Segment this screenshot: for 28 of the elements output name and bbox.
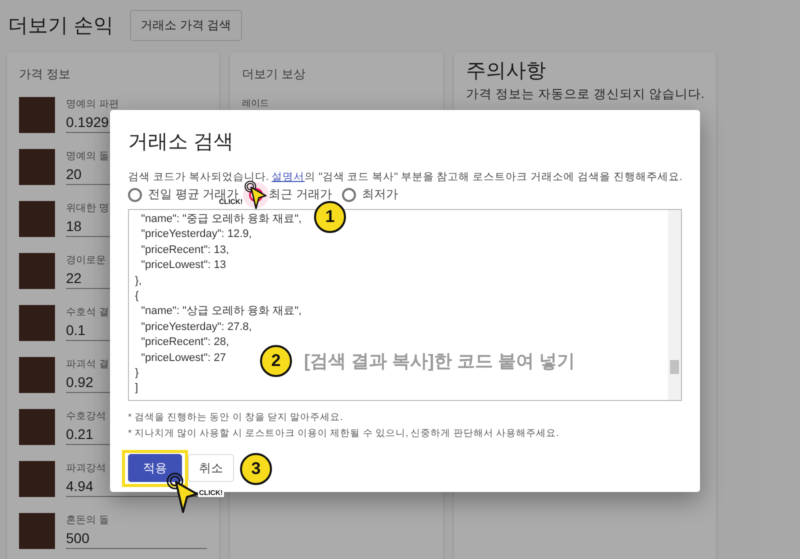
- price-search-button[interactable]: 거래소 가격 검색: [130, 10, 242, 40]
- item-image: [19, 305, 55, 341]
- item-image: [19, 461, 55, 497]
- notice-title: 주의사항: [466, 60, 547, 82]
- manual-link[interactable]: 설명서: [272, 171, 305, 183]
- section-label: 레이드: [242, 97, 270, 110]
- item-image: [19, 149, 55, 185]
- scrollbar[interactable]: [668, 210, 681, 400]
- annotation-caption: [검색 결과 복사]한 코드 붙여 넣기: [304, 350, 575, 373]
- item-image: [19, 409, 55, 445]
- item-image: [19, 513, 55, 549]
- item-image: [19, 357, 55, 393]
- card-title: 가격 정보: [19, 66, 72, 83]
- dialog-description: 검색 코드가 복사되었습니다. 설명서 의 "검색 코드 복사" 부분을 참고해 로스트아크 거래소에 검색을 진행해주세요.: [128, 170, 682, 184]
- item-image: [19, 201, 55, 237]
- cursor-icon: [244, 180, 268, 210]
- note-text: * 지나치게 많이 사용할 시 로스트아크 이용이 제한될 수 있으니, 신중하게 판단해서 사용해주세요.: [128, 427, 560, 440]
- apply-button[interactable]: 적용: [128, 454, 182, 482]
- price-field[interactable]: 혼돈의 돌 500: [66, 513, 207, 549]
- note-text: * 검색을 진행하는 동안 이 창을 닫지 말아주세요.: [128, 411, 344, 424]
- card-title: 더보기 보상: [242, 66, 306, 83]
- item-image: [19, 253, 55, 289]
- dialog-title: 거래소 검색: [128, 130, 235, 155]
- item-image: [19, 97, 55, 133]
- cancel-button[interactable]: 취소: [188, 454, 234, 482]
- notice-text: 가격 정보는 자동으로 갱신되지 않습니다.: [466, 86, 704, 103]
- cursor-icon: [166, 472, 200, 514]
- page-title: 더보기 손익: [8, 14, 114, 38]
